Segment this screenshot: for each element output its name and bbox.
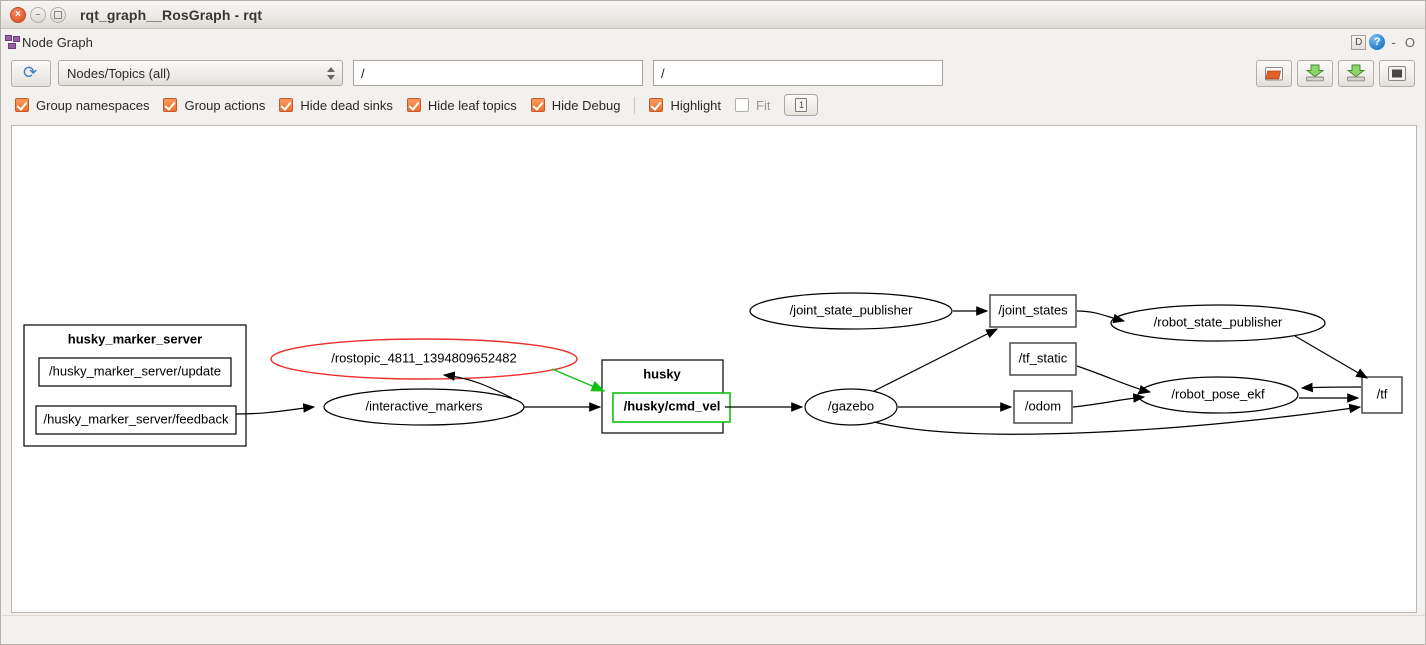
- topic-filter-input[interactable]: /: [653, 60, 943, 86]
- window-close-button[interactable]: ×: [10, 7, 26, 23]
- toolbar: ⟳ Nodes/Topics (all) / /: [1, 56, 1425, 90]
- toolbar-separator: [634, 97, 635, 114]
- zoom-level-label: 1: [795, 98, 807, 112]
- checkbox-indicator: [735, 98, 749, 112]
- edge-robot-state-publisher-to-tf: [1295, 336, 1367, 378]
- node-joint-states[interactable]: /joint_states: [990, 295, 1076, 327]
- graph-canvas[interactable]: husky_marker_server /husky_marker_server…: [11, 125, 1417, 613]
- edge-gazebo-to-tf: [874, 407, 1360, 434]
- node-robot-state-publisher[interactable]: /robot_state_publisher: [1111, 305, 1325, 341]
- rqt-graph-window: × – rqt_graph__RosGraph - rqt Node Graph…: [0, 0, 1426, 645]
- checkbox-hide-dead-sinks[interactable]: Hide dead sinks: [279, 98, 393, 113]
- window-minimize-button[interactable]: –: [30, 7, 46, 23]
- node-label: /robot_state_publisher: [1154, 314, 1283, 329]
- refresh-icon: ⟳: [23, 65, 39, 81]
- node-tf[interactable]: /tf: [1362, 377, 1402, 413]
- node-label: /tf: [1377, 386, 1388, 401]
- plugin-header: Node Graph D ? - O: [1, 29, 1425, 55]
- checkbox-label: Fit: [756, 98, 770, 113]
- node-label: /robot_pose_ekf: [1171, 386, 1265, 401]
- node-label: /husky_marker_server/update: [49, 363, 221, 378]
- checkbox-label: Group actions: [184, 98, 265, 113]
- frame-icon: [1387, 65, 1407, 82]
- plugin-minimize-icon[interactable]: -: [1388, 37, 1399, 47]
- checkbox-group-actions[interactable]: Group actions: [163, 98, 265, 113]
- node-label: /gazebo: [828, 398, 874, 413]
- plugin-title-label: Node Graph: [22, 35, 93, 50]
- edge-tf-static-to-robot-pose-ekf: [1077, 366, 1150, 392]
- node-joint-state-publisher[interactable]: /joint_state_publisher: [750, 293, 952, 329]
- node-label: /joint_states: [998, 302, 1068, 317]
- titlebar: × – rqt_graph__RosGraph - rqt: [1, 1, 1425, 29]
- edge-rostopic-to-cmd-vel: [552, 369, 604, 391]
- checkbox-label: Hide dead sinks: [300, 98, 393, 113]
- graph-type-select[interactable]: Nodes/Topics (all): [58, 60, 343, 86]
- node-label: /joint_state_publisher: [790, 302, 914, 317]
- chevron-updown-icon: [327, 67, 335, 80]
- node-label: /tf_static: [1019, 350, 1068, 365]
- window-controls: × –: [10, 7, 66, 23]
- zoom-reset-button[interactable]: 1: [784, 94, 818, 116]
- cluster-label: husky: [643, 366, 681, 381]
- node-filter-value: /: [361, 66, 365, 81]
- load-dot-button[interactable]: [1256, 60, 1292, 87]
- help-icon[interactable]: ?: [1369, 34, 1385, 50]
- cluster-label: husky_marker_server: [68, 331, 202, 346]
- node-label: /husky_marker_server/feedback: [44, 411, 229, 426]
- checkbox-label: Hide Debug: [552, 98, 621, 113]
- node-gazebo[interactable]: /gazebo: [805, 389, 897, 425]
- edge-odom-to-robot-pose-ekf: [1073, 397, 1144, 407]
- checkbox-label: Group namespaces: [36, 98, 149, 113]
- save-dot-button[interactable]: [1297, 60, 1333, 87]
- node-filter-input[interactable]: /: [353, 60, 643, 86]
- node-label: /odom: [1025, 398, 1061, 413]
- fit-in-view-button[interactable]: [1379, 60, 1415, 87]
- node-graph-icon: [5, 35, 20, 49]
- checkbox-highlight[interactable]: Highlight: [649, 98, 721, 113]
- checkbox-indicator: [279, 98, 293, 112]
- cluster-husky[interactable]: husky /husky/cmd_vel: [602, 360, 730, 433]
- checkbox-label: Hide leaf topics: [428, 98, 517, 113]
- node-label: /interactive_markers: [365, 398, 483, 413]
- save-image-button[interactable]: [1338, 60, 1374, 87]
- checkbox-indicator: [15, 98, 29, 112]
- save-image-icon: [1346, 64, 1366, 82]
- checkbox-label: Highlight: [670, 98, 721, 113]
- plugin-action-group: D ? - O: [1351, 34, 1418, 50]
- node-tf-static[interactable]: /tf_static: [1010, 343, 1076, 375]
- edge-gazebo-to-joint-states: [874, 329, 997, 391]
- node-robot-pose-ekf[interactable]: /robot_pose_ekf: [1138, 377, 1298, 413]
- checkbox-indicator: [163, 98, 177, 112]
- node-label: /rostopic_4811_1394809652482: [331, 350, 517, 365]
- node-label: /husky/cmd_vel: [624, 398, 721, 413]
- node-odom[interactable]: /odom: [1014, 391, 1072, 423]
- cluster-husky-marker-server[interactable]: husky_marker_server /husky_marker_server…: [24, 325, 246, 446]
- checkbox-indicator: [407, 98, 421, 112]
- topic-filter-value: /: [661, 66, 665, 81]
- save-dot-icon: [1305, 64, 1325, 82]
- checkbox-group-namespaces[interactable]: Group namespaces: [15, 98, 149, 113]
- checkbox-hide-leaf-topics[interactable]: Hide leaf topics: [407, 98, 517, 113]
- edge-tf-to-robot-pose-ekf: [1302, 387, 1361, 388]
- checkbox-indicator: [531, 98, 545, 112]
- ros-graph-svg[interactable]: husky_marker_server /husky_marker_server…: [12, 126, 1416, 612]
- node-rostopic[interactable]: /rostopic_4811_1394809652482: [271, 339, 577, 379]
- node-interactive-markers[interactable]: /interactive_markers: [324, 389, 524, 425]
- refresh-button[interactable]: ⟳: [11, 60, 51, 87]
- plugin-close-icon[interactable]: O: [1402, 35, 1418, 50]
- window-title: rqt_graph__RosGraph - rqt: [80, 7, 262, 23]
- dock-icon[interactable]: D: [1351, 35, 1366, 50]
- statusbar: [2, 615, 1426, 643]
- edge-joint-states-to-robot-state-publisher: [1077, 311, 1124, 321]
- checkbox-indicator: [649, 98, 663, 112]
- checkbox-hide-debug[interactable]: Hide Debug: [531, 98, 621, 113]
- folder-icon: [1264, 65, 1284, 82]
- plugin-title-group: Node Graph: [5, 35, 93, 50]
- edge-feedback-to-interactive-markers: [236, 407, 314, 414]
- graph-type-value: Nodes/Topics (all): [67, 66, 170, 81]
- options-row: Group namespaces Group actions Hide dead…: [1, 93, 1425, 117]
- window-maximize-button[interactable]: [50, 7, 66, 23]
- toolbar-button-group: [1256, 60, 1415, 87]
- checkbox-fit[interactable]: Fit: [735, 98, 770, 113]
